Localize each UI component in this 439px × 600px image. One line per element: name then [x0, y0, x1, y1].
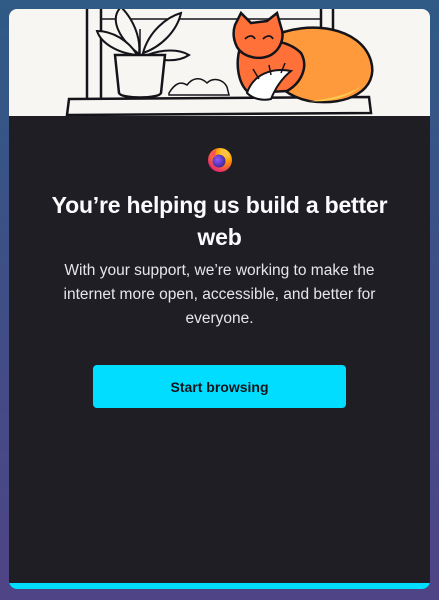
onboarding-progress-fill: [9, 583, 430, 589]
start-browsing-button[interactable]: Start browsing: [93, 365, 346, 408]
fox-and-plant-illustration: [65, 9, 374, 116]
welcome-dialog: You’re helping us build a better web Wit…: [9, 9, 430, 589]
dialog-subtitle: With your support, we’re working to make…: [63, 262, 376, 327]
onboarding-progress-bar: [9, 583, 430, 589]
hero-illustration: [9, 9, 430, 116]
firefox-logo-icon: [206, 145, 234, 173]
dialog-title: You’re helping us build a better web: [51, 192, 388, 250]
